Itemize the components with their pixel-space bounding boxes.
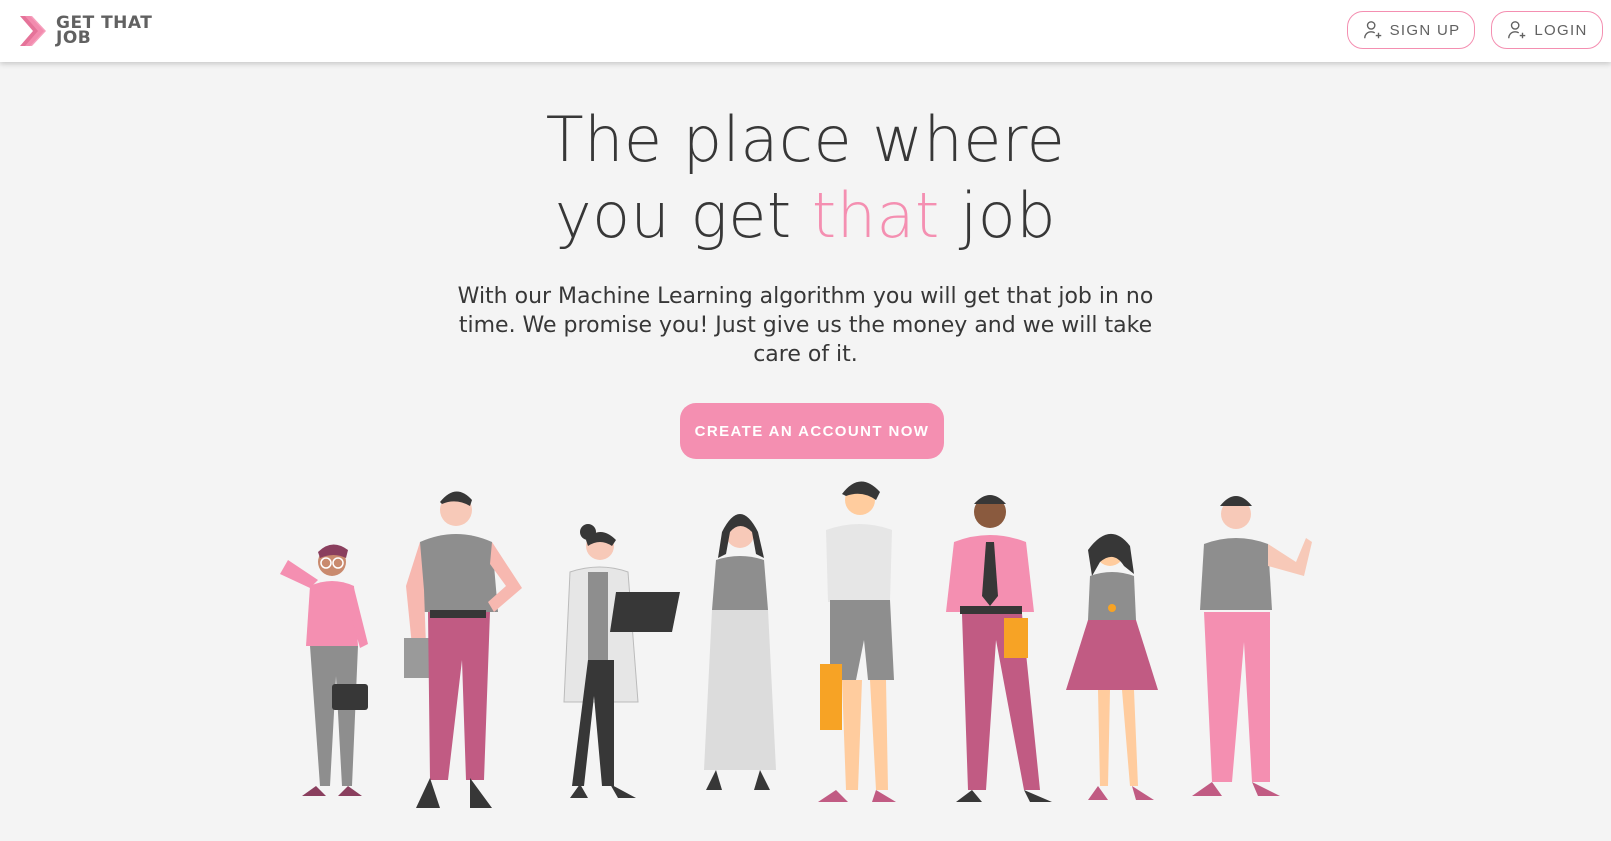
person-5	[818, 481, 896, 802]
person-1	[280, 544, 368, 796]
person-8	[1192, 496, 1312, 796]
logo[interactable]: GET THAT JOB	[20, 13, 160, 49]
logo-text: GET THAT JOB	[56, 13, 153, 48]
hero-title-line1: The place where	[545, 103, 1066, 176]
hero-title-line2: you get that job	[0, 178, 1611, 254]
person-3	[563, 524, 680, 798]
sign-up-button[interactable]: SIGN UP	[1347, 11, 1475, 49]
person-4	[704, 514, 776, 790]
top-navbar: GET THAT JOB SIGN UP LOGIN	[0, 0, 1611, 62]
create-account-button[interactable]: CREATE AN ACCOUNT NOW	[680, 403, 944, 459]
hero-title-line2-start: you get	[554, 179, 812, 252]
login-button[interactable]: LOGIN	[1491, 11, 1603, 49]
person-6	[946, 495, 1052, 802]
login-label: LOGIN	[1534, 21, 1588, 39]
user-plus-icon	[1363, 21, 1381, 39]
user-plus-icon	[1508, 21, 1526, 39]
person-7	[1066, 533, 1158, 800]
person-2	[404, 491, 522, 808]
sign-up-label: SIGN UP	[1389, 21, 1461, 39]
hero-title-line2-end: job	[939, 179, 1057, 252]
hero-subtitle: With our Machine Learning algorithm you …	[457, 284, 1154, 367]
hero-title-accent: that	[811, 179, 940, 252]
people-group-illustration	[280, 481, 1312, 808]
chevron-right-logo-icon	[20, 16, 46, 46]
hero-title: The place where you get that job	[0, 102, 1611, 254]
